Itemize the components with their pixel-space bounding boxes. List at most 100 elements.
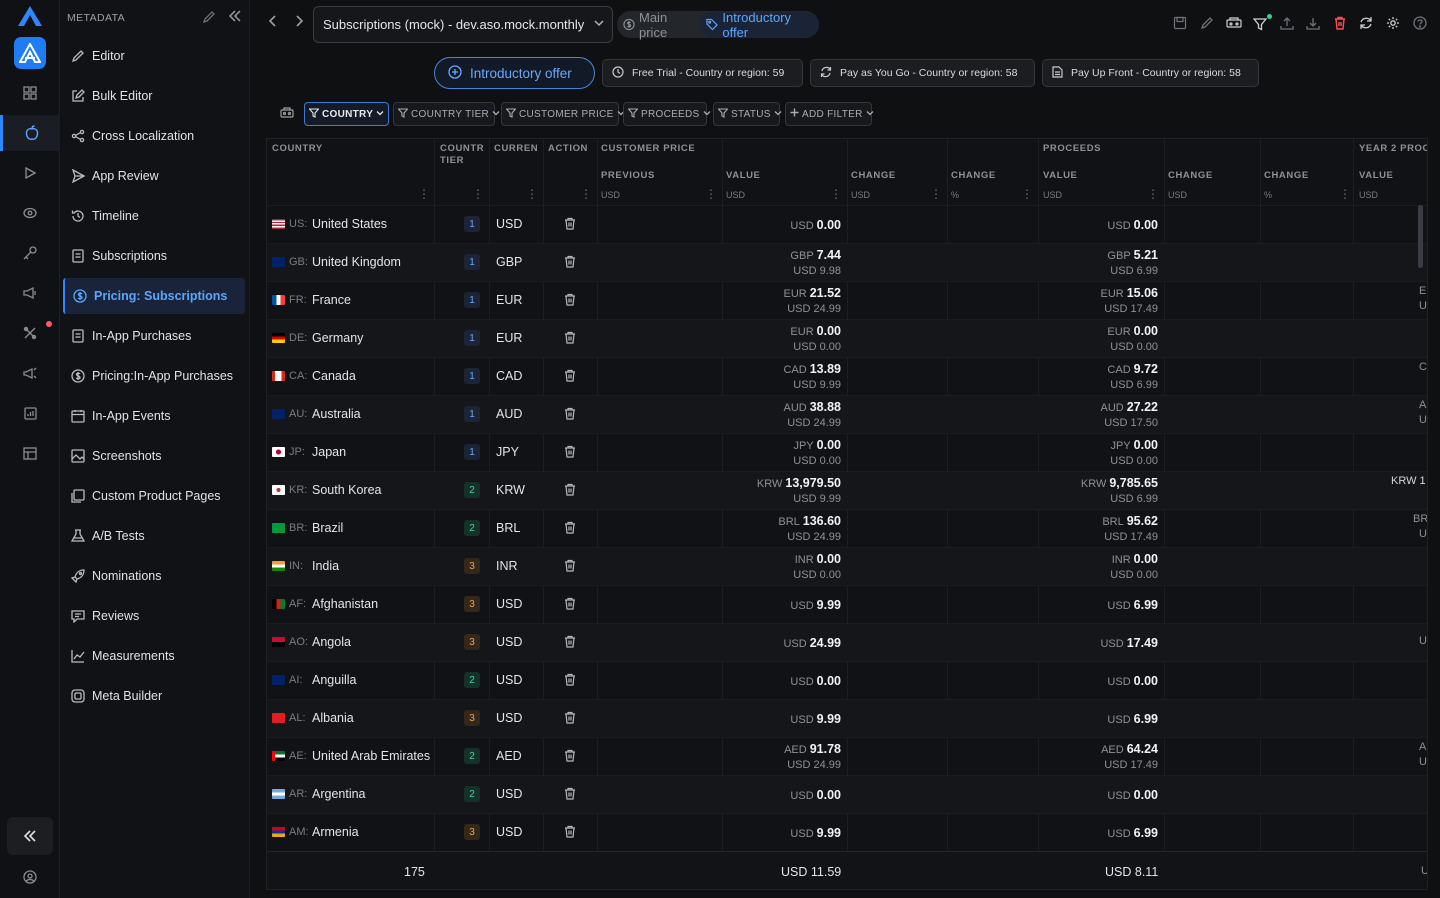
delete-row-trash-icon[interactable] bbox=[564, 673, 576, 689]
delete-row-trash-icon[interactable] bbox=[564, 635, 576, 651]
sidebar-item-subscriptions[interactable]: Subscriptions bbox=[63, 238, 245, 274]
delete-row-trash-icon[interactable] bbox=[564, 787, 576, 803]
delete-row-trash-icon[interactable] bbox=[564, 293, 576, 309]
sidebar-item-meta-builder[interactable]: Meta Builder bbox=[63, 678, 245, 714]
column-menu-icon[interactable]: ⋮ bbox=[705, 187, 717, 201]
store-icon[interactable] bbox=[0, 435, 60, 471]
delete-row-trash-icon[interactable] bbox=[564, 559, 576, 575]
sidebar-item-screenshots[interactable]: Screenshots bbox=[63, 438, 245, 474]
column-menu-icon[interactable]: ⋮ bbox=[1147, 187, 1159, 201]
collapse-sidebar-icon[interactable] bbox=[228, 9, 242, 26]
table-row[interactable]: AE: United Arab Emirates 2 AED AED 91.78 USD 2… bbox=[267, 737, 1427, 775]
main-price-tab[interactable]: Main price bbox=[617, 10, 700, 40]
delete-row-trash-icon[interactable] bbox=[564, 825, 576, 841]
column-menu-icon[interactable]: ⋮ bbox=[472, 187, 484, 201]
customer-price-value[interactable]: AUD 38.88 bbox=[783, 399, 841, 414]
customer-price-value[interactable]: USD 9.99 bbox=[790, 711, 841, 726]
column-menu-icon[interactable]: ⋮ bbox=[930, 187, 942, 201]
proceeds-value[interactable]: BRL 95.62 bbox=[1102, 513, 1158, 528]
delete-row-trash-icon[interactable] bbox=[564, 483, 576, 499]
metadata-apple-icon[interactable] bbox=[0, 115, 60, 151]
col-header-currency[interactable]: CURREN bbox=[494, 143, 538, 154]
customer-price-value[interactable]: EUR 0.00 bbox=[790, 323, 841, 338]
proceeds-value[interactable]: EUR 0.00 bbox=[1107, 323, 1158, 338]
offer-chip-pay-as-you-go[interactable]: Pay as You Go - Country or region: 58 bbox=[810, 59, 1035, 87]
customer-price-value[interactable]: AED 91.78 bbox=[784, 741, 841, 756]
upload-icon[interactable] bbox=[1280, 16, 1294, 33]
col-header-customer-price[interactable]: CUSTOMER PRICE bbox=[601, 143, 695, 154]
table-row[interactable]: KR: South Korea 2 KRW KRW 13,979.50 USD 9.99 KR… bbox=[267, 471, 1427, 509]
customer-price-value[interactable]: INR 0.00 bbox=[795, 551, 841, 566]
sidebar-item-timeline[interactable]: Timeline bbox=[63, 198, 245, 234]
tools-icon[interactable] bbox=[0, 315, 60, 351]
brand-logo-icon[interactable] bbox=[17, 5, 43, 30]
col-header-year2-proceeds[interactable]: YEAR 2 PROC bbox=[1359, 143, 1427, 154]
table-row[interactable]: AR: Argentina 2 USD USD 0.00 USD 0.00 bbox=[267, 775, 1427, 813]
column-menu-icon[interactable]: ⋮ bbox=[1021, 187, 1033, 201]
column-menu-icon[interactable]: ⋮ bbox=[830, 187, 842, 201]
filter-proceeds[interactable]: PROCEEDS bbox=[623, 102, 710, 126]
filter-customer-price[interactable]: CUSTOMER PRICE bbox=[501, 102, 625, 126]
sidebar-item-cross-localization[interactable]: Cross Localization bbox=[63, 118, 245, 154]
delete-row-trash-icon[interactable] bbox=[564, 597, 576, 613]
proceeds-value[interactable]: KRW 9,785.65 bbox=[1081, 475, 1158, 490]
sidebar-item-editor[interactable]: Editor bbox=[63, 38, 245, 74]
table-row[interactable]: AI: Anguilla 2 USD USD 0.00 USD 0.00 bbox=[267, 661, 1427, 699]
proceeds-value[interactable]: USD 6.99 bbox=[1107, 597, 1158, 612]
delete-row-trash-icon[interactable] bbox=[564, 255, 576, 271]
app-icon[interactable] bbox=[14, 37, 46, 69]
delete-trash-icon[interactable] bbox=[1333, 16, 1347, 33]
col-header-country[interactable]: COUNTRY bbox=[272, 143, 323, 154]
user-account-icon[interactable] bbox=[0, 862, 60, 892]
column-menu-icon[interactable]: ⋮ bbox=[580, 187, 592, 201]
table-row[interactable]: CA: Canada 1 CAD CAD 13.89 USD 9.99 CAD 9.72 USD … bbox=[267, 357, 1427, 395]
customer-price-value[interactable]: BRL 136.60 bbox=[778, 513, 841, 528]
offer-chip-pay-up-front[interactable]: Pay Up Front - Country or region: 58 bbox=[1042, 59, 1259, 87]
customer-price-value[interactable]: USD 0.00 bbox=[790, 217, 841, 232]
customer-price-value[interactable]: USD 9.99 bbox=[790, 825, 841, 840]
collapse-rail-button[interactable] bbox=[7, 817, 53, 855]
save-icon[interactable] bbox=[1173, 16, 1187, 33]
campaign-icon[interactable] bbox=[0, 355, 60, 391]
dashboard-icon[interactable] bbox=[0, 75, 60, 111]
column-menu-icon[interactable]: ⋮ bbox=[418, 187, 430, 201]
back-arrow-icon[interactable] bbox=[268, 14, 278, 30]
delete-row-trash-icon[interactable] bbox=[564, 369, 576, 385]
eye-icon[interactable] bbox=[0, 195, 60, 231]
delete-row-trash-icon[interactable] bbox=[564, 331, 576, 347]
proceeds-value[interactable]: USD 6.99 bbox=[1107, 711, 1158, 726]
proceeds-value[interactable]: AED 64.24 bbox=[1101, 741, 1158, 756]
columns-layout-icon[interactable] bbox=[280, 106, 294, 123]
proceeds-value[interactable]: USD 0.00 bbox=[1107, 673, 1158, 688]
delete-row-trash-icon[interactable] bbox=[564, 749, 576, 765]
table-row[interactable]: AF: Afghanistan 3 USD USD 9.99 USD 6.99 bbox=[267, 585, 1427, 623]
filter-icon[interactable] bbox=[1252, 17, 1268, 34]
table-row[interactable]: JP: Japan 1 JPY JPY 0.00 USD 0.00 JPY 0.00 USD 0.… bbox=[267, 433, 1427, 471]
compare-icon[interactable] bbox=[1226, 16, 1242, 33]
table-row[interactable]: AU: Australia 1 AUD AUD 38.88 USD 24.99 AUD 27.2… bbox=[267, 395, 1427, 433]
col-header-country-tier[interactable]: COUNTR TIER bbox=[440, 143, 486, 167]
table-row[interactable]: IN: India 3 INR INR 0.00 USD 0.00 INR 0.00 USD 0.… bbox=[267, 547, 1427, 585]
proceeds-value[interactable]: INR 0.00 bbox=[1112, 551, 1158, 566]
edit-icon[interactable] bbox=[1200, 16, 1214, 33]
column-menu-icon[interactable]: ⋮ bbox=[526, 187, 538, 201]
sidebar-item-pricing-subscriptions[interactable]: Pricing: Subscriptions bbox=[63, 278, 245, 314]
proceeds-value[interactable]: GBP 5.21 bbox=[1107, 247, 1158, 262]
table-scrollbar[interactable] bbox=[1418, 205, 1423, 268]
customer-price-value[interactable]: USD 24.99 bbox=[783, 635, 841, 650]
proceeds-value[interactable]: USD 6.99 bbox=[1107, 825, 1158, 840]
delete-row-trash-icon[interactable] bbox=[564, 407, 576, 423]
table-row[interactable]: AO: Angola 3 USD USD 24.99 USD 17.49 U bbox=[267, 623, 1427, 661]
customer-price-value[interactable]: USD 0.00 bbox=[790, 787, 841, 802]
customer-price-value[interactable]: JPY 0.00 bbox=[793, 437, 841, 452]
proceeds-value[interactable]: EUR 15.06 bbox=[1100, 285, 1158, 300]
sidebar-item-app-review[interactable]: App Review bbox=[63, 158, 245, 194]
settings-gear-icon[interactable] bbox=[1386, 16, 1400, 33]
customer-price-value[interactable]: KRW 13,979.50 bbox=[757, 475, 841, 490]
edit-pencil-icon[interactable] bbox=[202, 10, 216, 27]
subscription-selector[interactable]: Subscriptions (mock) - dev.aso.mock.mont… bbox=[313, 6, 613, 43]
filter-country[interactable]: COUNTRY bbox=[304, 102, 389, 126]
table-row[interactable]: FR: France 1 EUR EUR 21.52 USD 24.99 EUR 15.06 US… bbox=[267, 281, 1427, 319]
delete-row-trash-icon[interactable] bbox=[564, 445, 576, 461]
key-icon[interactable] bbox=[0, 235, 60, 271]
